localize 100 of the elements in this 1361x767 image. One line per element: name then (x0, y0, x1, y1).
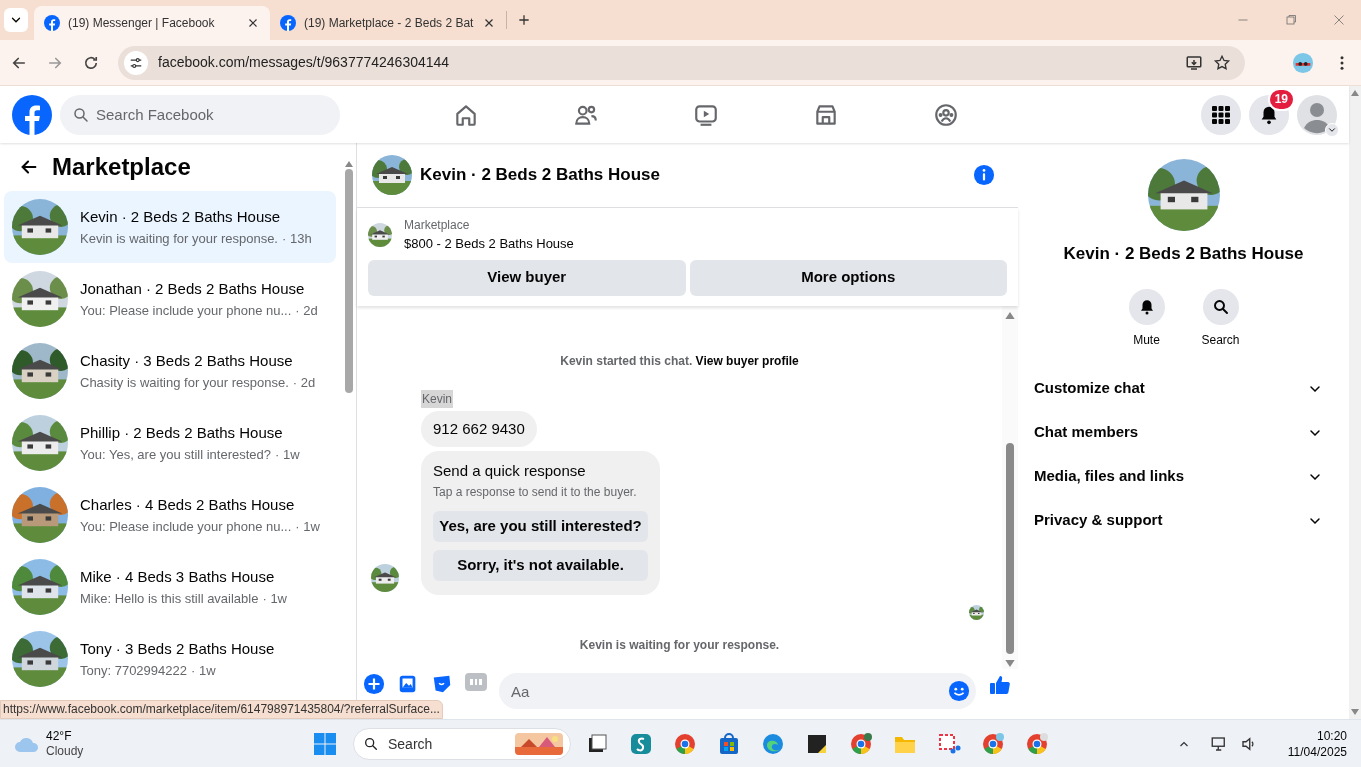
search-icon (72, 105, 90, 124)
message-time: · 1w (262, 589, 287, 608)
thumbs-up-icon[interactable] (988, 673, 1012, 697)
plus-icon[interactable] (363, 673, 385, 695)
facebook-logo-icon[interactable] (12, 94, 52, 135)
groups-icon[interactable] (933, 101, 959, 128)
action-button[interactable]: View buyer (368, 259, 686, 296)
message-time: · 1w (191, 661, 216, 680)
message-time: · 13h (282, 229, 312, 248)
conversation-item[interactable]: Jonathan · 2 Beds 2 Baths House You: Please include your phone nu... · 2d (4, 263, 336, 335)
message-preview: Mike: Hello is this still available (80, 589, 259, 608)
tab-search-button[interactable] (4, 8, 28, 32)
message-preview: You: Please include your phone nu... (80, 517, 292, 536)
notification-badge: 19 (1267, 87, 1295, 111)
network-icon[interactable] (1209, 734, 1228, 753)
url-text: facebook.com/messages/t/9637774246304144 (158, 53, 451, 72)
conversation-name: Tony · 3 Beds 2 Baths House (80, 639, 275, 659)
message-time: · 1w (295, 517, 320, 536)
scrollbar-thumb[interactable] (345, 169, 353, 393)
chat-title: Kevin · 2 Beds 2 Baths House (420, 164, 661, 187)
profile-link[interactable]: View buyer profile (695, 353, 799, 368)
conversation-name: Charles · 4 Beds 2 Baths House (80, 495, 296, 515)
message-preview: Kevin is waiting for your response. (80, 229, 278, 248)
address-field[interactable]: facebook.com/messages/t/9637774246304144 (118, 45, 1245, 80)
panel-title: Marketplace (52, 152, 191, 182)
card-subtitle: Tap a response to send it to the buyer. (433, 483, 638, 501)
section-header[interactable]: Privacy & support (1034, 498, 1333, 543)
scroll-up-icon[interactable] (345, 161, 353, 167)
message-bubble: 912 662 9430 (421, 410, 537, 447)
sliders-icon (129, 55, 143, 70)
conversation-name: Jonathan · 2 Beds 2 Baths House (80, 279, 306, 299)
conversation-item[interactable]: Phillip · 2 Beds 2 Baths House You: Yes, are you still interested? · 1w (4, 407, 336, 479)
profile-avatar-icon[interactable] (1292, 51, 1314, 74)
conversation-item[interactable]: Chasity · 3 Beds 2 Baths House Chasity is waiting for your response. · 2d (4, 335, 336, 407)
section-header[interactable]: Customize chat (1034, 366, 1333, 411)
scroll-up-icon[interactable] (1351, 90, 1359, 96)
sender-name: Kevin (421, 389, 454, 408)
card-title: Send a quick response (433, 461, 587, 481)
new-tab-icon[interactable] (517, 13, 531, 27)
chrome-icon[interactable] (981, 731, 1005, 756)
message-time: · 1w (275, 445, 300, 464)
windows-start-icon[interactable] (313, 731, 337, 756)
details-title: Kevin · 2 Beds 2 Baths House (1063, 243, 1304, 265)
edge-icon[interactable] (761, 731, 785, 756)
grid-icon (1211, 104, 1231, 125)
chrome-icon[interactable] (673, 731, 697, 756)
emoji-icon[interactable] (948, 680, 970, 702)
tab-title: (19) Marketplace - 2 Beds 2 Bat (304, 15, 474, 32)
message-time: · 2d (295, 301, 318, 320)
status-url-tooltip: https://www.facebook.com/marketplace/item/614798971435804/?referralSurface... (0, 700, 443, 719)
conversation-item[interactable]: Mike · 4 Beds 3 Baths House Mike: Hello is this still available · 1w (4, 551, 336, 623)
scroll-down-icon[interactable] (1351, 709, 1359, 715)
waiting-note: Kevin is waiting for your response. (578, 636, 781, 654)
avatar-icon (1297, 94, 1337, 135)
conversation-name: Mike · 4 Beds 3 Baths House (80, 567, 276, 587)
star-icon[interactable] (1213, 53, 1231, 72)
tab-title: (19) Messenger | Facebook (68, 15, 216, 32)
quick-reply-button[interactable]: Yes, are you still interested? (433, 510, 648, 542)
message-preview: Chasity is waiting for your response. (80, 373, 289, 392)
message-preview: You: Yes, are you still interested? (80, 445, 272, 464)
search-icon (363, 735, 379, 752)
listing-title: $800 - 2 Beds 2 Baths House (404, 235, 574, 253)
system-note: Kevin started this chat. View buyer profile (559, 352, 800, 370)
conversation-item[interactable]: Tony · 3 Beds 2 Baths House Tony: 7702994222 · 1w (4, 623, 336, 695)
info-icon[interactable] (973, 164, 995, 186)
scroll-up-icon[interactable] (1005, 311, 1015, 319)
quick-reply-button[interactable]: Sorry, it's not available. (433, 549, 648, 581)
chrome-icon[interactable] (1025, 731, 1049, 756)
conversation-item[interactable]: Kevin · 2 Beds 2 Baths House Kevin is waiting for your response. · 13h (4, 191, 336, 263)
conversation-name: Chasity · 3 Beds 2 Baths House (80, 351, 294, 371)
conversation-item[interactable]: Charles · 4 Beds 2 Baths House You: Please include your phone nu... · 1w (4, 479, 336, 551)
section-header[interactable]: Chat members (1034, 410, 1333, 455)
message-preview: You: Please include your phone nu... (80, 301, 292, 320)
weather-condition: Cloudy (46, 743, 84, 759)
clock[interactable]: 10:20 11/04/2025 (1287, 727, 1347, 760)
message-field[interactable]: Aa (499, 673, 976, 709)
chrome-icon[interactable] (849, 731, 873, 756)
install-app-icon[interactable] (1185, 53, 1203, 72)
scrollbar-thumb[interactable] (1006, 442, 1014, 654)
conversation-name: Phillip · 2 Beds 2 Baths House (80, 423, 284, 443)
menu-button[interactable] (1201, 94, 1241, 135)
conversation-name: Kevin · 2 Beds 2 Baths House (80, 207, 282, 227)
restore-icon[interactable] (1285, 14, 1297, 26)
browser-tab[interactable]: (19) Marketplace - 2 Beds 2 Bat (270, 6, 506, 40)
facebook-logo-icon (280, 15, 296, 31)
message-time: · 2d (292, 373, 316, 392)
store-bag-icon[interactable] (717, 731, 741, 756)
weather-temperature: 42°F (46, 728, 73, 744)
facebook-logo-icon (44, 15, 60, 31)
site-settings-button[interactable] (124, 50, 148, 75)
search-field[interactable]: Search Facebook (60, 94, 340, 135)
scroll-down-icon[interactable] (1005, 660, 1015, 667)
s-app-icon[interactable] (629, 731, 653, 756)
browser-tab[interactable]: (19) Messenger | Facebook (34, 6, 270, 40)
search-icon (1211, 297, 1230, 316)
sticker-icon[interactable] (431, 673, 453, 695)
action-button[interactable]: More options (689, 259, 1007, 296)
message-preview: Tony: 7702994222 (80, 661, 187, 680)
section-header[interactable]: Media, files and links (1034, 454, 1333, 499)
snipping-icon[interactable] (937, 731, 961, 756)
